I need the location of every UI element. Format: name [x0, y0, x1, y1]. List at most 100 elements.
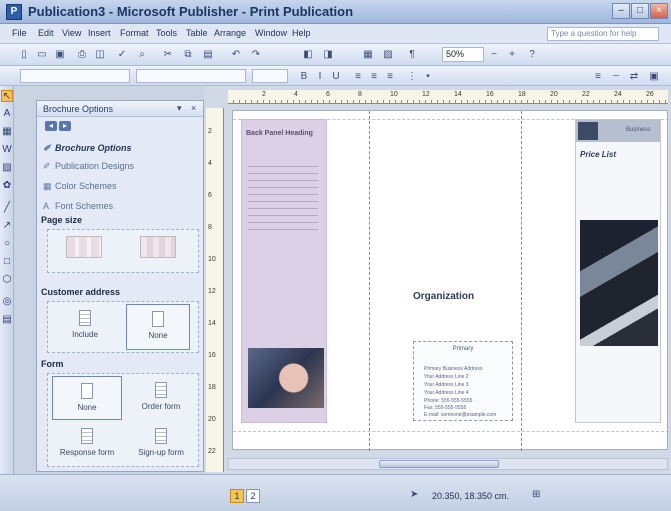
- print-preview-icon[interactable]: ◫: [92, 47, 108, 62]
- save-icon[interactable]: ▣: [52, 47, 68, 62]
- menu-edit[interactable]: Edit: [38, 28, 54, 38]
- bold-icon[interactable]: B: [296, 69, 312, 84]
- wordart-icon[interactable]: W: [1, 144, 13, 156]
- open-icon[interactable]: ▭: [34, 47, 50, 62]
- front-panel-title[interactable]: Price List: [580, 150, 616, 159]
- insert-table-icon[interactable]: ▦: [360, 47, 376, 62]
- cut-icon[interactable]: ✂: [160, 47, 176, 62]
- redo-icon[interactable]: ↷: [248, 47, 264, 62]
- menu-arrange[interactable]: Arrange: [214, 28, 246, 38]
- text-box-icon[interactable]: A: [1, 108, 13, 120]
- arrow-style-icon[interactable]: ⇄: [626, 69, 642, 84]
- back-panel[interactable]: Back Panel Heading: [241, 119, 327, 423]
- numbering-icon[interactable]: ⋮: [404, 69, 420, 84]
- chevron-down-icon[interactable]: ▾: [177, 103, 182, 114]
- font-size-select[interactable]: [252, 69, 288, 83]
- new-icon[interactable]: ▯: [16, 47, 32, 62]
- page-size-option-one[interactable]: [66, 236, 102, 258]
- address-include-option[interactable]: Include: [58, 304, 112, 350]
- style-select[interactable]: [20, 69, 130, 83]
- clip-art-icon[interactable]: ✿: [1, 180, 13, 192]
- back-panel-heading[interactable]: Back Panel Heading: [246, 130, 313, 137]
- undo-icon[interactable]: ↶: [228, 47, 244, 62]
- address-none-option[interactable]: None: [126, 304, 190, 350]
- zoom-select[interactable]: 50%: [442, 47, 484, 62]
- arrow-icon[interactable]: ↗: [1, 220, 13, 232]
- research-icon[interactable]: ⌕: [134, 47, 150, 62]
- maximize-button[interactable]: □: [631, 3, 649, 19]
- select-objects-icon[interactable]: ↖: [1, 90, 13, 102]
- underline-icon[interactable]: U: [328, 69, 344, 84]
- oval-icon[interactable]: ○: [1, 238, 13, 250]
- forward-icon[interactable]: ▸: [59, 121, 71, 131]
- page-size-group: [47, 229, 199, 273]
- shadow-icon[interactable]: ▣: [646, 69, 662, 84]
- menu-table[interactable]: Table: [186, 28, 208, 38]
- minimize-button[interactable]: –: [612, 3, 630, 19]
- zoom-out-icon[interactable]: −: [486, 47, 502, 62]
- font-select[interactable]: [136, 69, 246, 83]
- back-panel-text[interactable]: [248, 160, 318, 232]
- menu-insert[interactable]: Insert: [88, 28, 111, 38]
- brochure-page[interactable]: Back Panel Heading Organization Primary …: [232, 110, 669, 451]
- page-size-option-two[interactable]: [140, 236, 176, 258]
- spelling-icon[interactable]: ✓: [114, 47, 130, 62]
- zoom-in-icon[interactable]: +: [504, 47, 520, 62]
- address-block[interactable]: Primary Primary Business Address Your Ad…: [413, 341, 513, 421]
- help-icon[interactable]: ?: [524, 47, 540, 62]
- help-search-input[interactable]: Type a question for help: [547, 27, 659, 41]
- bring-forward-icon[interactable]: ◧: [300, 47, 316, 62]
- ruler-number: 26: [646, 91, 654, 98]
- menu-window[interactable]: Window: [255, 28, 287, 38]
- publisher-icon[interactable]: P: [6, 4, 22, 20]
- page-tab-1[interactable]: 1: [230, 489, 244, 503]
- dash-style-icon[interactable]: ┄: [608, 69, 624, 84]
- line-style-icon[interactable]: ≡: [590, 69, 606, 84]
- form-signup-option[interactable]: Sign-up form: [126, 422, 196, 466]
- back-panel-photo[interactable]: [248, 348, 324, 408]
- align-left-icon[interactable]: ≡: [350, 69, 366, 84]
- horizontal-ruler[interactable]: 2 4 6 8 10 12 14 16 18 20 22 24 26: [228, 90, 668, 104]
- scrollbar-thumb[interactable]: [379, 460, 499, 468]
- copy-icon[interactable]: ⧉: [180, 47, 196, 62]
- line-icon[interactable]: ╱: [1, 202, 13, 214]
- menu-format[interactable]: Format: [120, 28, 149, 38]
- align-right-icon[interactable]: ≡: [382, 69, 398, 84]
- menu-file[interactable]: File: [12, 28, 27, 38]
- special-characters-icon[interactable]: ¶: [404, 47, 420, 62]
- front-panel-photo[interactable]: [580, 220, 658, 346]
- vertical-ruler[interactable]: 2 4 6 8 10 12 14 16 18 20 22: [206, 108, 224, 472]
- menu-tools[interactable]: Tools: [156, 28, 177, 38]
- hot-spot-icon[interactable]: ◎: [1, 296, 13, 308]
- italic-icon[interactable]: I: [312, 69, 328, 84]
- close-icon[interactable]: ×: [191, 103, 196, 113]
- horizontal-scrollbar[interactable]: [228, 458, 668, 470]
- bullets-icon[interactable]: •: [420, 69, 436, 84]
- form-order-option[interactable]: Order form: [126, 376, 196, 420]
- form-response-option[interactable]: Response form: [52, 422, 122, 466]
- form-none-option[interactable]: None: [52, 376, 122, 420]
- rectangle-icon[interactable]: □: [1, 256, 13, 268]
- menu-view[interactable]: View: [62, 28, 81, 38]
- front-panel-label[interactable]: Business: [626, 127, 650, 133]
- link-color-schemes[interactable]: ▦ Color Schemes: [43, 181, 117, 192]
- design-gallery-icon[interactable]: ▤: [1, 314, 13, 326]
- print-icon[interactable]: ⎙: [74, 47, 90, 62]
- link-publication-designs[interactable]: ✐ Publication Designs: [43, 161, 134, 172]
- close-button[interactable]: ×: [650, 3, 668, 19]
- insert-picture-icon[interactable]: ▨: [380, 47, 396, 62]
- front-panel[interactable]: Business Price List: [575, 119, 661, 423]
- paste-icon[interactable]: ▤: [200, 47, 216, 62]
- menu-help[interactable]: Help: [292, 28, 311, 38]
- page-tab-2[interactable]: 2: [246, 489, 260, 503]
- link-font-schemes[interactable]: A Font Schemes: [43, 201, 113, 211]
- autoshapes-icon[interactable]: ⬡: [1, 274, 13, 286]
- align-center-icon[interactable]: ≡: [366, 69, 382, 84]
- back-icon[interactable]: ◂: [45, 121, 57, 131]
- insert-table-tool-icon[interactable]: ▦: [1, 126, 13, 138]
- menu-bar: File Edit View Insert Format Tools Table…: [0, 24, 671, 44]
- link-brochure-options[interactable]: ✐ Brochure Options: [43, 143, 132, 154]
- organization-logo[interactable]: Organization: [413, 291, 474, 302]
- send-backward-icon[interactable]: ◨: [320, 47, 336, 62]
- picture-frame-icon[interactable]: ▨: [1, 162, 13, 174]
